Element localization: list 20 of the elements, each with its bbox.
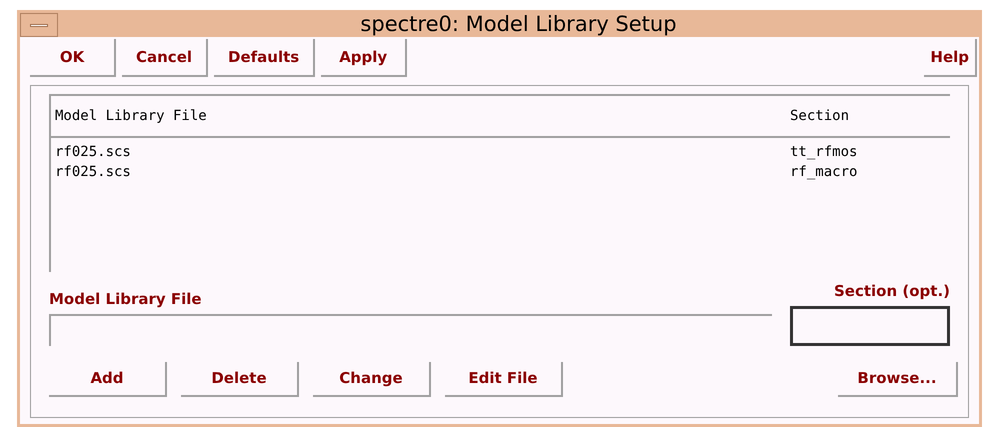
window-title: spectre0: Model Library Setup — [360, 11, 677, 38]
field-label: Model Library File — [49, 289, 203, 310]
library-row[interactable]: rf025.scs tt_rfmos — [51, 142, 950, 162]
action-button[interactable]: Change — [313, 362, 431, 397]
action-button[interactable]: Delete — [181, 362, 299, 397]
toolbar-button[interactable]: Defaults — [214, 39, 316, 77]
column-header: Model Library File — [55, 106, 208, 126]
field-label: Section (opt.) — [834, 281, 950, 302]
action-button[interactable]: Add — [49, 362, 167, 397]
action-button[interactable]: Edit File — [445, 362, 563, 397]
library-row[interactable]: rf025.scs rf_macro — [51, 162, 950, 182]
toolbar-button[interactable]: OK — [30, 39, 116, 77]
help-button[interactable]: Help — [924, 39, 977, 77]
toolbar-button[interactable]: Cancel — [122, 39, 208, 77]
input-field[interactable] — [790, 306, 950, 346]
browse-button[interactable]: Browse... — [838, 362, 958, 397]
window-menu-button[interactable] — [20, 13, 58, 37]
minus-icon — [30, 24, 48, 26]
toolbar-button[interactable]: Apply — [321, 39, 408, 77]
column-header: Section — [790, 106, 850, 126]
